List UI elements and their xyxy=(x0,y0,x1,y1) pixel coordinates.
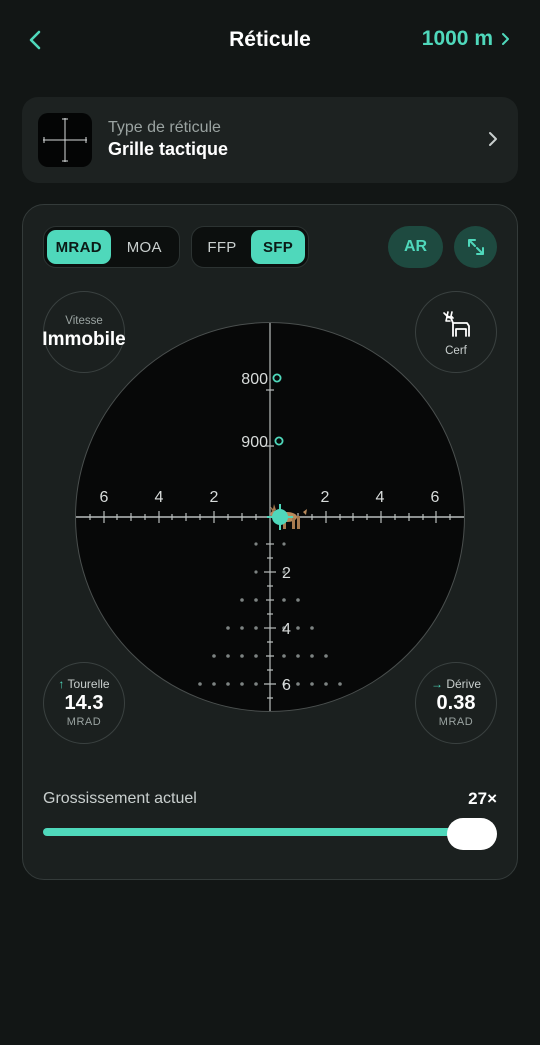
turret-value: 14.3 xyxy=(64,692,104,714)
drift-readout[interactable]: → Dérive 0.38 MRAD xyxy=(415,662,497,744)
unit-moa-button[interactable]: MOA xyxy=(113,230,177,264)
reticle-type-label: Type de réticule xyxy=(108,119,221,136)
h-label-left-6: 6 xyxy=(100,489,109,506)
game-label: Cerf xyxy=(445,345,467,357)
chevron-right-icon xyxy=(489,132,497,146)
turret-label: Tourelle xyxy=(67,677,110,691)
drift-value: 0.38 xyxy=(436,692,476,714)
range-marker-800 xyxy=(272,373,282,383)
reticle-thumbnail xyxy=(38,113,92,167)
speed-button[interactable]: Vitesse Immobile xyxy=(42,291,126,373)
expand-button[interactable] xyxy=(454,226,497,268)
header: Réticule 1000 m xyxy=(0,0,540,82)
focal-plane-toggle: FFP SFP xyxy=(191,226,309,268)
chevron-right-icon xyxy=(502,33,509,45)
reticle-type-card[interactable]: Type de réticule Grille tactique xyxy=(22,97,518,183)
turret-readout[interactable]: ↑ Tourelle 14.3 MRAD xyxy=(43,662,125,744)
zoom-value: 27× xyxy=(468,789,497,808)
h-label-right-6: 6 xyxy=(431,489,440,506)
h-label-left-2: 2 xyxy=(210,489,219,506)
drift-unit: MRAD xyxy=(438,716,474,728)
h-label-right-4: 4 xyxy=(376,489,385,506)
v-label-4: 4 xyxy=(282,621,291,638)
reticle-overlay: 6 4 2 2 4 6 2 4 6 800 900 xyxy=(76,323,464,711)
zoom-slider-thumb[interactable] xyxy=(447,818,497,850)
distance-value: 1000 m xyxy=(421,27,493,50)
h-label-right-2: 2 xyxy=(321,489,330,506)
deer-icon xyxy=(443,311,470,337)
zoom-slider-track[interactable] xyxy=(43,828,463,836)
expand-icon xyxy=(467,239,484,255)
game-button[interactable]: Cerf xyxy=(415,291,497,373)
reticle-type-value: Grille tactique xyxy=(108,139,229,159)
range-marker-900 xyxy=(274,436,284,446)
speed-label: Vitesse xyxy=(65,315,103,327)
drift-label: Dérive xyxy=(446,677,482,691)
focal-sfp-button[interactable]: SFP xyxy=(251,230,305,264)
arrow-right-icon: → xyxy=(430,677,443,691)
distance-selector[interactable]: 1000 m xyxy=(422,27,510,51)
zoom-label: Grossissement actuel xyxy=(43,790,197,807)
turret-unit: MRAD xyxy=(66,716,102,728)
range-label-800: 800 xyxy=(241,371,268,388)
range-label-900: 900 xyxy=(241,434,268,451)
v-label-2: 2 xyxy=(282,565,291,582)
arrow-up-icon: ↑ xyxy=(58,677,65,691)
speed-value: Immobile xyxy=(42,329,126,350)
ar-button[interactable]: AR xyxy=(388,226,443,268)
h-label-left-4: 4 xyxy=(155,489,164,506)
unit-toggle: MRAD MOA xyxy=(43,226,180,268)
unit-mrad-button[interactable]: MRAD xyxy=(47,230,111,264)
focal-ffp-button[interactable]: FFP xyxy=(195,230,249,264)
v-label-6: 6 xyxy=(282,677,291,694)
